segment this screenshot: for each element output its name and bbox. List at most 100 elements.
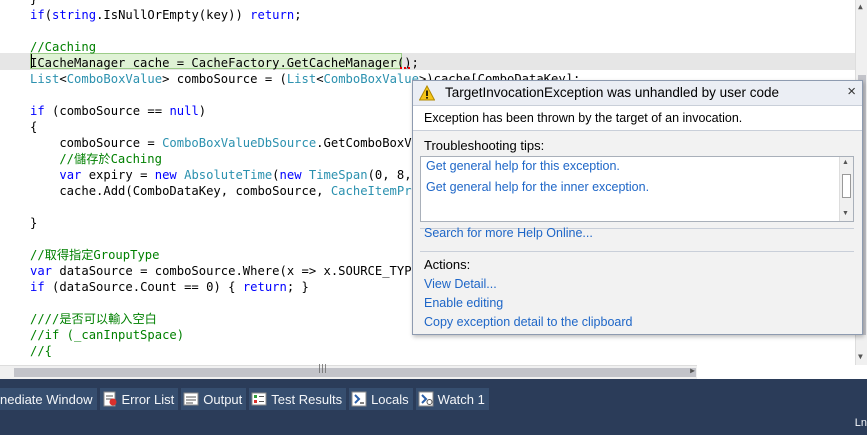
code-token: )	[198, 104, 207, 118]
code-token: //取得指定GroupType	[30, 248, 160, 262]
scroll-up-arrow-icon[interactable]: ▲	[858, 2, 863, 11]
tip-general-help-link[interactable]: Get general help for this exception.	[426, 159, 620, 173]
troubleshooting-tips-list[interactable]: Get general help for this exception. Get…	[420, 156, 854, 222]
tab-locals[interactable]: Locals	[349, 388, 413, 410]
code-line: var dataSource = comboSource.Where(x => …	[30, 263, 434, 279]
code-line: }	[30, 0, 37, 7]
code-token: (comboSource ==	[44, 104, 170, 118]
code-token: string	[52, 8, 97, 22]
code-token: return	[242, 280, 287, 294]
exception-message: Exception has been thrown by the target …	[424, 111, 743, 125]
troubleshooting-label: Troubleshooting tips:	[424, 138, 545, 153]
code-token: new	[154, 168, 177, 182]
exception-description: Exception has been thrown by the target …	[413, 106, 862, 131]
close-icon[interactable]: ×	[847, 83, 856, 100]
error-squiggle	[400, 67, 412, 69]
code-token: comboSource =	[30, 136, 163, 150]
tab-error-list[interactable]: Error List	[99, 388, 179, 410]
code-token: AbsoluteTime	[184, 168, 273, 182]
tab-label: Output	[203, 391, 243, 407]
code-line: comboSource = ComboBoxValueDbSource.GetC…	[30, 135, 426, 151]
actions-label: Actions:	[424, 257, 471, 272]
code-token: if	[30, 104, 45, 118]
tab-label: Locals	[371, 391, 409, 407]
code-token: ; }	[286, 280, 309, 294]
exception-body: Troubleshooting tips: Get general help f…	[413, 131, 862, 334]
code-token: ComboBoxValue	[66, 72, 163, 86]
code-token: ComboBoxValueDbSource	[162, 136, 317, 150]
tab-label: Error List	[121, 391, 175, 407]
copy-exception-detail-link[interactable]: Copy exception detail to the clipboard	[424, 315, 632, 329]
code-line: cache.Add(ComboDataKey, comboSource, Cac…	[30, 183, 426, 199]
horizontal-scroll-thumb[interactable]	[14, 368, 696, 377]
error-list-icon	[103, 391, 116, 407]
code-token: //{	[30, 344, 53, 358]
code-token: var	[30, 264, 53, 278]
code-token: cache.Add(ComboDataKey, comboSource,	[30, 184, 331, 198]
text-caret	[31, 54, 32, 68]
tips-scroll-thumb[interactable]	[842, 174, 851, 198]
exception-title: TargetInvocationException was unhandled …	[445, 85, 779, 100]
tab-test-results[interactable]: Test Results	[249, 388, 347, 410]
code-token: ;	[294, 8, 302, 22]
editor-horizontal-scrollbar[interactable]: ||| ▶	[0, 364, 697, 379]
code-token: (	[272, 168, 280, 182]
code-line: //取得指定GroupType	[30, 247, 159, 263]
code-token: (	[44, 8, 53, 22]
locals-icon	[351, 391, 367, 407]
code-line: var expiry = new AbsoluteTime(new TimeSp…	[30, 167, 433, 183]
code-line: if (dataSource.Count == 0) { return; }	[30, 279, 309, 295]
warning-icon	[419, 85, 435, 101]
code-line: //儲存於Caching	[30, 151, 162, 167]
code-token: return	[250, 8, 295, 22]
code-token: new	[279, 168, 302, 182]
tool-window-tabs: nediate Window Error List Output Test Re…	[0, 388, 492, 410]
code-line: //if (_canInputSpace)	[30, 327, 184, 343]
code-token: if	[30, 280, 45, 294]
code-token: (dataSource.Count == 0) {	[44, 280, 243, 294]
code-token: dataSource = comboSource.Where(x => x.SO…	[52, 264, 434, 278]
search-help-online-link[interactable]: Search for more Help Online...	[424, 226, 593, 240]
tips-scroll-down-icon[interactable]: ▼	[842, 210, 849, 217]
tab-immediate-window[interactable]: nediate Window	[0, 388, 97, 410]
code-line: //Caching	[30, 39, 96, 55]
divider	[420, 251, 854, 252]
code-token: }	[30, 0, 37, 6]
tool-window-tab-bar: nediate Window Error List Output Test Re…	[0, 379, 867, 435]
tips-scrollbar[interactable]: ▲ ▼	[839, 157, 853, 221]
code-token: .GetComboBoxVal	[316, 136, 427, 150]
output-icon	[183, 392, 199, 406]
scroll-down-arrow-icon[interactable]: ▼	[858, 352, 863, 361]
code-token: var	[59, 168, 82, 182]
watch-icon	[418, 391, 434, 407]
tab-output[interactable]: Output	[181, 388, 247, 410]
scroll-right-arrow-icon[interactable]: ▶	[690, 366, 695, 375]
enable-editing-link[interactable]: Enable editing	[424, 296, 503, 310]
code-token: List	[286, 72, 317, 86]
tab-label: Watch 1	[437, 391, 485, 407]
code-token: //Caching	[30, 40, 97, 54]
view-detail-link[interactable]: View Detail...	[424, 277, 497, 291]
code-token: TimeSpan	[308, 168, 368, 182]
code-token: ICacheManager cache = CacheFactory.GetCa…	[30, 56, 419, 70]
code-token: null	[169, 104, 199, 118]
code-token: ComboBoxValue	[323, 72, 419, 86]
tab-label: nediate Window	[0, 391, 93, 407]
code-token: <	[316, 72, 324, 86]
code-token: }	[30, 216, 38, 230]
tab-watch-1[interactable]: Watch 1	[415, 388, 489, 410]
tip-inner-exception-link[interactable]: Get general help for the inner exception…	[426, 180, 649, 194]
scroll-grip-icon: |||	[318, 364, 328, 374]
code-token: <	[59, 72, 67, 86]
exception-assistant-popup: TargetInvocationException was unhandled …	[412, 80, 863, 335]
code-token: //if (_canInputSpace)	[30, 328, 185, 342]
test-results-icon	[251, 392, 267, 406]
code-line: //{	[30, 343, 52, 359]
code-token: expiry =	[81, 168, 155, 182]
tab-label: Test Results	[271, 391, 343, 407]
code-token: if	[30, 8, 45, 22]
tips-scroll-up-icon[interactable]: ▲	[842, 159, 849, 166]
status-line-indicator: Ln	[854, 417, 867, 429]
